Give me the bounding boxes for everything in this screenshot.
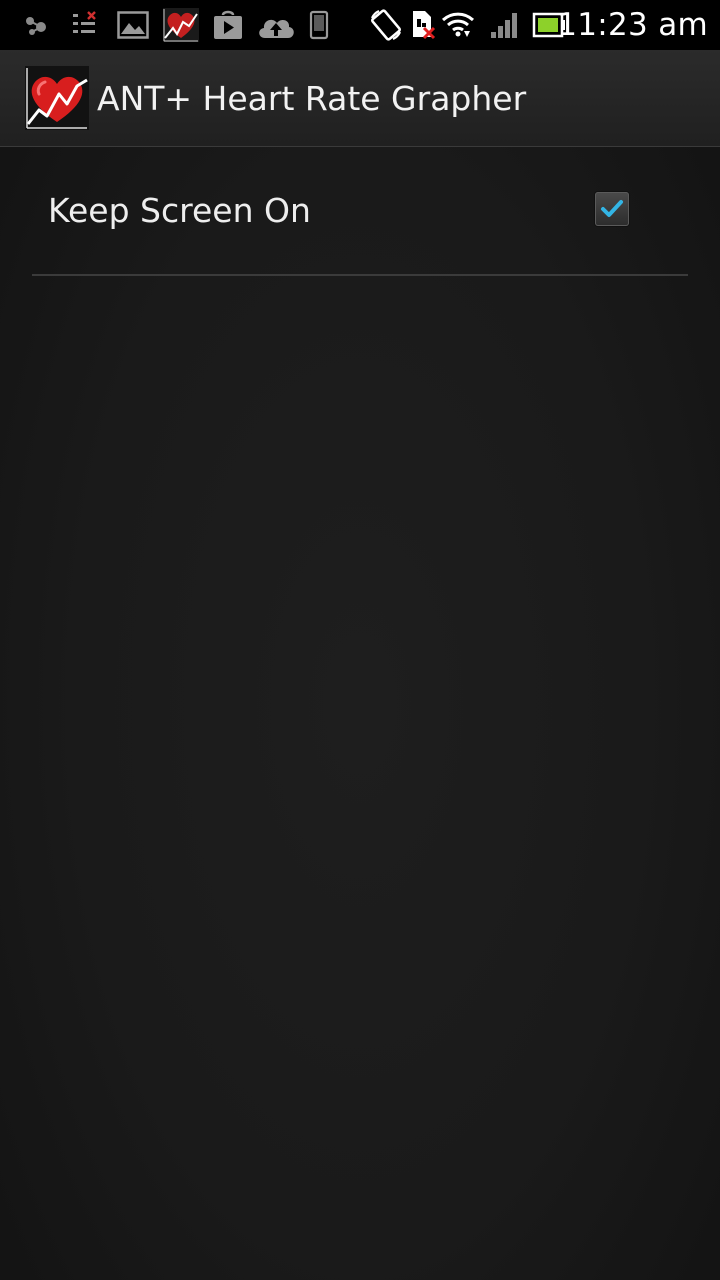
cloud-upload-icon xyxy=(256,8,296,42)
preference-keep-screen-on[interactable]: Keep Screen On xyxy=(32,148,688,274)
notification-list-icon xyxy=(70,8,100,42)
sim-missing-icon xyxy=(410,8,436,42)
action-bar: ANT+ Heart Rate Grapher xyxy=(0,50,720,147)
heart-rate-app-icon xyxy=(162,8,200,42)
keep-screen-on-checkbox[interactable] xyxy=(595,192,629,226)
divider xyxy=(32,274,688,276)
rotation-lock-icon xyxy=(368,8,404,42)
phone-device-icon xyxy=(308,8,330,42)
cell-signal-icon xyxy=(488,8,522,42)
play-store-icon xyxy=(212,8,244,42)
usb-debug-icon xyxy=(20,8,52,42)
wifi-icon xyxy=(440,8,476,42)
heart-rate-graph-icon[interactable] xyxy=(25,66,89,130)
picture-icon xyxy=(116,8,150,42)
preference-label: Keep Screen On xyxy=(48,191,311,230)
clock: 11:23 am xyxy=(557,7,708,43)
status-bar: 11:23 am xyxy=(0,0,720,50)
app-title: ANT+ Heart Rate Grapher xyxy=(97,79,527,118)
checkmark-icon xyxy=(601,200,623,217)
